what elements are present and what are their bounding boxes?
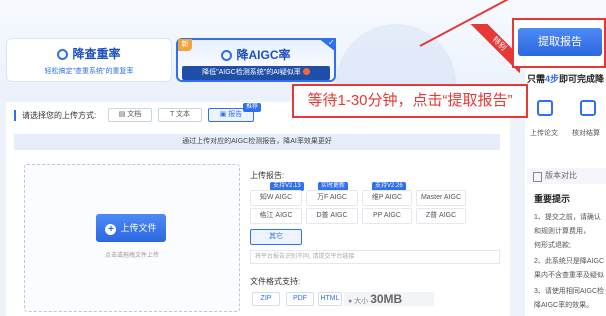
tab-text[interactable]: T 文本 [158, 108, 202, 122]
notice-line: 3、请使用相同AIGC检 [534, 288, 605, 295]
report-icon: ▣ [219, 111, 229, 118]
info-icon [302, 68, 310, 75]
platform-link-input[interactable]: 将平台报告识别不同, 请提交平台链接 [250, 250, 500, 264]
step-upload-label: 上传论文 [530, 130, 558, 137]
mode-card-dedup[interactable]: 降查重率 轻松搞定"查重系统"的重复率 [6, 38, 172, 82]
notice-line: 何形式退款; [534, 242, 571, 249]
annotation-box: 等待1-30分钟，点击“提取报告” [292, 84, 528, 118]
new-badge: 新 [178, 39, 192, 51]
plus-icon: + [105, 224, 117, 235]
report-type-option[interactable]: Z普 AIGC [416, 208, 466, 224]
aigc-title: 降AIGC率 [178, 46, 334, 63]
check-icon: ✓ [328, 38, 335, 47]
format-label: 文件格式支持: [250, 277, 301, 286]
version-compare[interactable]: 版本对比 [527, 168, 606, 184]
upload-file-button[interactable]: + 上传文件 [96, 214, 166, 242]
upload-hint: 点击或拖拽文件上传 [104, 253, 159, 259]
document-icon: ▤ [118, 111, 128, 118]
report-type-option[interactable]: Master AIGC [416, 190, 466, 206]
dedup-title: 降查重率 [7, 45, 171, 62]
format-zip: ZIP [252, 292, 280, 306]
upload-method-label: 请选择您的上传方式: [14, 110, 96, 121]
report-type-other[interactable]: 其它 [250, 229, 302, 245]
upload-step-icon [537, 100, 553, 116]
extract-report-button[interactable]: 提取报告 [518, 28, 602, 56]
report-label: 上传报告: [250, 171, 285, 180]
notice-line: 1、提交之前，请确认 [534, 214, 601, 221]
aigc-subtitle: 降低"AIGC检测系统"的AI疑似率 [182, 66, 330, 80]
steps-heading: 只需4步即可完成降 [527, 74, 605, 84]
report-type-option[interactable]: 知W AIGC [250, 190, 302, 206]
size-limit: ● 大小 30MB [344, 292, 434, 306]
tab-document[interactable]: ▤ 文档 [108, 108, 152, 122]
format-html: HTML [318, 292, 342, 306]
shield-icon [57, 49, 69, 60]
shield-icon [221, 50, 233, 61]
step-settle-label: 核对结算 [572, 130, 600, 137]
report-type-option[interactable]: 万F AIGC [306, 190, 358, 206]
mode-card-aigc[interactable]: 降AIGC率 降低"AIGC检测系统"的AI疑似率 [176, 38, 336, 82]
dedup-subtitle: 轻松搞定"查重系统"的重复率 [44, 68, 134, 75]
notice-line: 2、此系统只是降AIGC [534, 258, 605, 265]
notice-title: 重要提示 [534, 194, 571, 204]
format-pdf: PDF [286, 292, 314, 306]
recommend-badge: 推荐 [243, 103, 261, 112]
report-type-option[interactable]: D普 AIGC [306, 208, 358, 224]
info-bar: 通过上传对应的AIGC检测报告，降AI率效果更好 [14, 134, 500, 150]
notice-line: 果内不含查重率及疑似 [534, 272, 604, 279]
settle-step-icon [580, 100, 596, 116]
report-type-option[interactable]: PP AIGC [362, 208, 412, 224]
report-type-option[interactable]: 格江 AIGC [250, 208, 302, 224]
notice-line: 降AIGC率的效果。 [534, 302, 594, 309]
notice-line: 和规则计算费用， [534, 228, 590, 235]
report-type-option[interactable]: 维P AIGC [362, 190, 412, 206]
